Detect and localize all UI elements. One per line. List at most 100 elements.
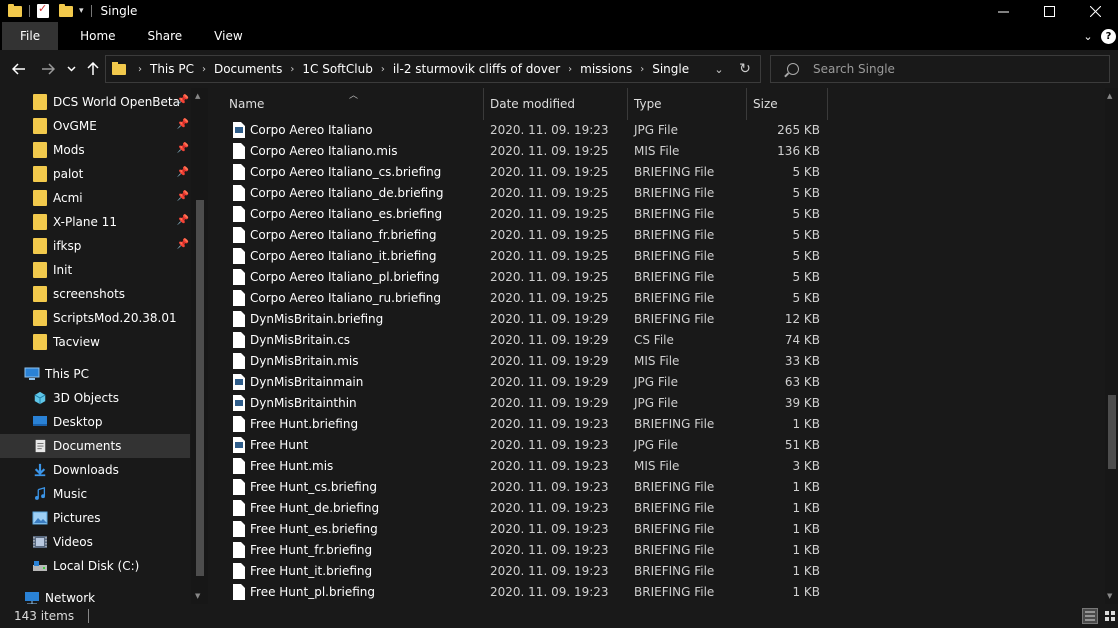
column-name[interactable]: Name [223,88,484,120]
table-row[interactable]: Corpo Aereo Italiano_ru.briefing 2020. 11… [227,288,831,309]
column-date-modified[interactable]: Date modified [484,88,628,120]
nav-item-videos[interactable]: Videos [0,530,190,554]
content-scrollbar[interactable]: ▲ ▼ [1105,88,1118,604]
nav-item-dcs-world[interactable]: DCS World OpenBeta 📌 [0,90,190,114]
address-bar[interactable]: › This PC › Documents › 1C SoftClub › il… [105,55,761,83]
table-row[interactable]: Free Hunt_cs.briefing 2020. 11. 09. 19:23… [227,477,831,498]
chevron-right-icon[interactable]: › [282,64,302,75]
scroll-down-icon[interactable]: ▼ [1107,592,1112,600]
scroll-up-icon[interactable]: ▲ [1107,92,1112,100]
crumb-missions[interactable]: missions [580,62,632,76]
nav-item-ifksp[interactable]: ifksp 📌 [0,234,190,258]
recent-locations-button[interactable] [64,59,78,79]
table-row[interactable]: Corpo Aereo Italiano_fr.briefing 2020. 11… [227,225,831,246]
chevron-right-icon[interactable]: › [130,64,150,75]
nav-item-music[interactable]: Music [0,482,190,506]
nav-scrollbar[interactable]: ▲ ▼ [191,88,208,604]
nav-item-downloads[interactable]: Downloads [0,458,190,482]
chevron-right-icon[interactable]: › [373,64,393,75]
pin-icon[interactable]: 📌 [176,215,190,226]
nav-item-documents[interactable]: Documents [0,434,190,458]
crumb-1c-softclub[interactable]: 1C SoftClub [302,62,372,76]
nav-item-init[interactable]: Init [0,258,190,282]
table-row[interactable]: DynMisBritain.briefing 2020. 11. 09. 19:2… [227,309,831,330]
scroll-up-icon[interactable]: ▲ [195,92,200,100]
file-size: 5 KB [792,186,820,200]
table-row[interactable]: Corpo Aereo Italiano.mis 2020. 11. 09. 19… [227,141,831,162]
table-row[interactable]: DynMisBritain.cs 2020. 11. 09. 19:29 CS Fi… [227,330,831,351]
nav-item-screenshots[interactable]: screenshots [0,282,190,306]
search-box[interactable] [770,55,1110,83]
details-view-button[interactable] [1082,608,1098,624]
nav-item-acmi[interactable]: Acmi 📌 [0,186,190,210]
nav-item-3d-objects[interactable]: 3D Objects [0,386,190,410]
table-row[interactable]: Corpo Aereo Italiano_es.briefing 2020. 11… [227,204,831,225]
table-row[interactable]: Corpo Aereo Italiano_it.briefing 2020. 11… [227,246,831,267]
column-size[interactable]: Size [747,88,828,120]
address-dropdown-icon[interactable]: ⌄ [708,63,730,76]
crumb-documents[interactable]: Documents [214,62,282,76]
customize-toolbar-icon[interactable]: ▾ [79,6,84,16]
nav-item-pictures[interactable]: Pictures [0,506,190,530]
crumb-single[interactable]: Single [652,62,689,76]
nav-item-desktop[interactable]: Desktop [0,410,190,434]
close-button[interactable] [1072,0,1118,22]
tab-share[interactable]: Share [132,22,199,50]
table-row[interactable]: Free Hunt.briefing 2020. 11. 09. 19:23 BRI… [227,414,831,435]
nav-item-x-plane[interactable]: X-Plane 11 📌 [0,210,190,234]
nav-item-ovgme[interactable]: OvGME 📌 [0,114,190,138]
tab-home[interactable]: Home [58,22,131,50]
table-row[interactable]: DynMisBritain.mis 2020. 11. 09. 19:29 MIS … [227,351,831,372]
nav-item-palot[interactable]: palot 📌 [0,162,190,186]
table-row[interactable]: Free Hunt_de.briefing 2020. 11. 09. 19:23… [227,498,831,519]
table-row[interactable]: Corpo Aereo Italiano_de.briefing 2020. 11… [227,183,831,204]
pin-icon[interactable]: 📌 [176,95,190,106]
refresh-icon[interactable]: ↻ [730,61,760,77]
forward-button[interactable] [39,59,57,79]
nav-item-network[interactable]: Network [0,586,190,604]
table-row[interactable]: Free Hunt_it.briefing 2020. 11. 09. 19:23… [227,561,831,582]
table-row[interactable]: Corpo Aereo Italiano_cs.briefing 2020. 11… [227,162,831,183]
pin-icon[interactable]: 📌 [176,119,190,130]
pin-icon[interactable]: 📌 [176,191,190,202]
table-row[interactable]: Corpo Aereo Italiano_pl.briefing 2020. 11… [227,267,831,288]
properties-icon[interactable] [37,2,49,18]
crumb-this-pc[interactable]: This PC [150,62,194,76]
maximize-button[interactable] [1026,0,1072,22]
column-type[interactable]: Type [628,88,747,120]
table-row[interactable]: Free Hunt_fr.briefing 2020. 11. 09. 19:23… [227,540,831,561]
expand-ribbon-icon[interactable]: ⌄ [1075,30,1101,43]
new-folder-icon[interactable] [59,3,73,17]
table-row[interactable]: Corpo Aereo Italiano 2020. 11. 09. 19:23 J… [227,120,831,141]
table-row[interactable]: Free Hunt_es.briefing 2020. 11. 09. 19:23… [227,519,831,540]
chevron-right-icon[interactable]: › [194,64,214,75]
pin-icon[interactable]: 📌 [176,167,190,178]
chevron-right-icon[interactable]: › [560,64,580,75]
nav-item-mods[interactable]: Mods 📌 [0,138,190,162]
table-row[interactable]: DynMisBritainmain 2020. 11. 09. 19:29 JPG … [227,372,831,393]
large-icons-view-button[interactable] [1102,608,1118,624]
table-row[interactable]: Free Hunt 2020. 11. 09. 19:23 JPG File 51 K… [227,435,831,456]
scroll-down-icon[interactable]: ▼ [195,592,200,600]
table-row[interactable]: DynMisBritainthin 2020. 11. 09. 19:29 JPG … [227,393,831,414]
table-row[interactable]: Free Hunt.mis 2020. 11. 09. 19:23 MIS File… [227,456,831,477]
up-button[interactable] [85,59,101,79]
pin-icon[interactable]: 📌 [176,143,190,154]
tab-file[interactable]: File [2,22,59,50]
tab-view[interactable]: View [198,22,258,50]
chevron-right-icon[interactable]: › [632,64,652,75]
table-row[interactable]: Free Hunt_pl.briefing 2020. 11. 09. 19:23… [227,582,831,603]
nav-item-this-pc[interactable]: This PC [0,362,190,386]
scrollbar-thumb[interactable] [1108,395,1116,469]
nav-item-local-disk[interactable]: Local Disk (C:) [0,554,190,578]
minimize-button[interactable] [980,0,1026,22]
crumb-cliffs-of-dover[interactable]: il-2 sturmovik cliffs of dover [393,62,560,76]
scrollbar-thumb[interactable] [196,200,204,576]
pin-icon[interactable]: 📌 [176,239,190,250]
nav-item-scriptsmod[interactable]: ScriptsMod.20.38.01 [0,306,190,330]
folder-icon[interactable] [8,3,22,17]
search-input[interactable] [813,62,1093,76]
back-button[interactable] [10,59,28,79]
nav-item-tacview[interactable]: Tacview [0,330,190,354]
help-icon[interactable]: ? [1101,28,1116,44]
